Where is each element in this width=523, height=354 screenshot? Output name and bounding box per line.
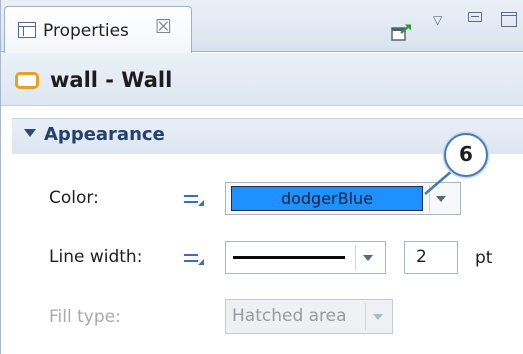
line-style-sample [233,256,345,259]
chevron-down-icon[interactable] [436,196,446,202]
view-tab-bar: Properties ☒ ▽ [1,0,523,53]
line-width-input[interactable]: 2 [404,241,458,274]
chevron-down-icon [373,314,383,320]
dropdown-separator [365,303,366,330]
object-title: wall - Wall [50,68,173,92]
fill-type-value: Hatched area [232,306,347,326]
properties-panel: Properties ☒ ▽ wall - Wall Appearance Co… [0,0,523,354]
chevron-down-icon[interactable] [363,255,373,261]
color-label: Color: [49,188,99,208]
static-value-icon[interactable] [183,193,205,207]
properties-tab[interactable]: Properties ☒ [4,6,192,53]
color-value[interactable]: dodgerBlue [231,186,423,211]
pin-icon[interactable] [391,23,413,41]
dropdown-separator [429,185,430,212]
view-menu-icon[interactable]: ▽ [433,13,442,27]
fill-type-label: Fill type: [49,307,121,327]
properties-view-icon [18,22,36,38]
chevron-down-icon[interactable] [24,129,36,137]
dropdown-separator [355,245,356,270]
tab-label: Properties [43,21,129,41]
line-width-unit: pt [475,248,493,268]
wall-icon [15,72,39,89]
maximize-icon[interactable] [501,12,517,27]
close-tab-icon[interactable]: ☒ [155,18,172,37]
line-width-label: Line width: [49,247,143,267]
static-value-icon[interactable] [183,252,205,266]
minimize-icon[interactable] [468,12,482,22]
section-title[interactable]: Appearance [44,124,165,145]
callout-badge: 6 [444,133,488,177]
